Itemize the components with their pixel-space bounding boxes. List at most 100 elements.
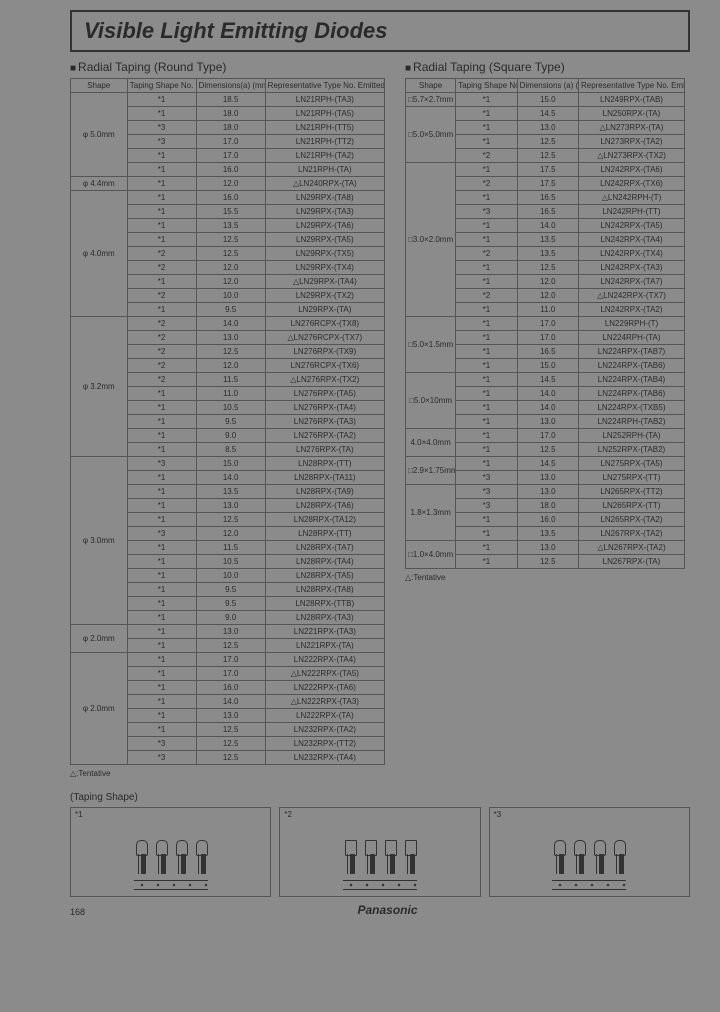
ts-cell: *2 bbox=[127, 261, 196, 275]
rep-cell: LN273RPX-(TA2) bbox=[578, 135, 684, 149]
rep-cell: LN224RPX-(TAB7) bbox=[578, 345, 684, 359]
dim-cell: 12.5 bbox=[196, 233, 265, 247]
ts-cell: *1 bbox=[127, 191, 196, 205]
rep-cell: LN28RPX-(TA5) bbox=[265, 569, 384, 583]
rep-cell: LN224RPH-(TA) bbox=[578, 331, 684, 345]
dim-cell: 13.0 bbox=[517, 415, 578, 429]
ts-cell: *2 bbox=[456, 247, 517, 261]
rep-cell: LN21RPH-(TT5) bbox=[265, 121, 384, 135]
dim-cell: 17.0 bbox=[196, 135, 265, 149]
ts-cell: *1 bbox=[456, 373, 517, 387]
ts-cell: *1 bbox=[127, 723, 196, 737]
dim-cell: 12.0 bbox=[196, 275, 265, 289]
ts-cell: *1 bbox=[456, 163, 517, 177]
content-columns: Radial Taping (Round Type) Shape Taping … bbox=[70, 60, 690, 807]
ts-cell: *1 bbox=[456, 261, 517, 275]
rep-cell: LN242RPX-(TA7) bbox=[578, 275, 684, 289]
brand-logo: Panasonic bbox=[358, 903, 418, 917]
dim-cell: 17.0 bbox=[196, 667, 265, 681]
dim-cell: 10.5 bbox=[196, 555, 265, 569]
dim-cell: 16.5 bbox=[517, 205, 578, 219]
ts-cell: *1 bbox=[456, 541, 517, 555]
dim-cell: 17.5 bbox=[517, 177, 578, 191]
rep-cell: LN222RPX-(TA) bbox=[265, 709, 384, 723]
ts-cell: *3 bbox=[127, 751, 196, 765]
ts-cell: *2 bbox=[127, 345, 196, 359]
rep-cell: LN21RPH-(TA) bbox=[265, 163, 384, 177]
rep-cell: LN21RPH-(TA5) bbox=[265, 107, 384, 121]
dim-cell: 10.0 bbox=[196, 569, 265, 583]
shape-cell: □5.0×10mm bbox=[406, 373, 456, 429]
dim-cell: 14.0 bbox=[196, 695, 265, 709]
ts-cell: *1 bbox=[127, 611, 196, 625]
dim-cell: 16.0 bbox=[196, 163, 265, 177]
dim-cell: 17.0 bbox=[517, 331, 578, 345]
dim-cell: 11.5 bbox=[196, 373, 265, 387]
dim-cell: 13.0 bbox=[196, 709, 265, 723]
dim-cell: 18.0 bbox=[517, 499, 578, 513]
dim-cell: 12.5 bbox=[196, 723, 265, 737]
th-taping: Taping Shape No. bbox=[127, 79, 196, 93]
dim-cell: 18.0 bbox=[196, 107, 265, 121]
dim-cell: 12.5 bbox=[517, 443, 578, 457]
dim-cell: 14.0 bbox=[196, 317, 265, 331]
ts-cell: *1 bbox=[127, 639, 196, 653]
table-row: □3.0×2.0mm*117.5LN242RPX-(TA6) bbox=[406, 163, 685, 177]
ts-cell: *1 bbox=[456, 275, 517, 289]
th-shape: Shape bbox=[71, 79, 128, 93]
ts-cell: *2 bbox=[127, 247, 196, 261]
dim-cell: 14.0 bbox=[517, 219, 578, 233]
ts-cell: *1 bbox=[127, 597, 196, 611]
diagram-1: *1 bbox=[70, 807, 271, 897]
dim-cell: 14.0 bbox=[517, 401, 578, 415]
rep-cell: △LN222RPX-(TA3) bbox=[265, 695, 384, 709]
square-heading: Radial Taping (Square Type) bbox=[405, 60, 685, 74]
dim-cell: 13.0 bbox=[517, 471, 578, 485]
ts-cell: *1 bbox=[456, 513, 517, 527]
shape-cell: □5.7×2.7mm bbox=[406, 93, 456, 107]
ts-cell: *1 bbox=[456, 219, 517, 233]
table-row: □1.0×4.0mm*113.0△LN267RPX-(TA2) bbox=[406, 541, 685, 555]
rep-cell: LN21RPH-(TT2) bbox=[265, 135, 384, 149]
ts-cell: *1 bbox=[127, 485, 196, 499]
rep-cell: LN267RPX-(TA) bbox=[578, 555, 684, 569]
ts-cell: *1 bbox=[456, 107, 517, 121]
ts-cell: *1 bbox=[127, 667, 196, 681]
dim-cell: 10.0 bbox=[196, 289, 265, 303]
dim-cell: 17.0 bbox=[517, 317, 578, 331]
ts-cell: *1 bbox=[456, 93, 517, 107]
ts-cell: *2 bbox=[127, 359, 196, 373]
th-shape: Shape bbox=[406, 79, 456, 93]
dim-cell: 13.5 bbox=[517, 247, 578, 261]
dim-cell: 14.5 bbox=[517, 373, 578, 387]
ts-cell: *1 bbox=[456, 555, 517, 569]
rep-cell: LN242RPX-(TA6) bbox=[578, 163, 684, 177]
ts-cell: *2 bbox=[127, 317, 196, 331]
rep-cell: LN28RPX-(TTB) bbox=[265, 597, 384, 611]
rep-cell: LN276RCPX-(TX8) bbox=[265, 317, 384, 331]
dim-cell: 12.5 bbox=[196, 751, 265, 765]
shape-cell: □3.0×2.0mm bbox=[406, 163, 456, 317]
ts-cell: *1 bbox=[127, 387, 196, 401]
table-row: □5.0×10mm*114.5LN224RPX-(TAB4) bbox=[406, 373, 685, 387]
shape-cell: φ 3.2mm bbox=[71, 317, 128, 457]
page-title: Visible Light Emitting Diodes bbox=[70, 10, 690, 52]
dim-cell: 15.0 bbox=[517, 359, 578, 373]
rep-cell: LN29RPX-(TA8) bbox=[265, 191, 384, 205]
rep-cell: LN222RPX-(TA4) bbox=[265, 653, 384, 667]
rep-cell: LN265RPX-(TT2) bbox=[578, 485, 684, 499]
ts-cell: *1 bbox=[456, 457, 517, 471]
rep-cell: △LN242RPX-(TX7) bbox=[578, 289, 684, 303]
ts-cell: *3 bbox=[127, 527, 196, 541]
shape-cell: φ 2.0mm bbox=[71, 625, 128, 653]
ts-cell: *1 bbox=[127, 513, 196, 527]
table-row: □5.0×5.0mm*114.5LN250RPX-(TA) bbox=[406, 107, 685, 121]
dim-cell: 12.5 bbox=[196, 639, 265, 653]
dim-cell: 16.0 bbox=[196, 191, 265, 205]
shape-cell: 1.8×1.3mm bbox=[406, 485, 456, 541]
shape-cell: □5.0×5.0mm bbox=[406, 107, 456, 163]
dim-cell: 16.0 bbox=[196, 681, 265, 695]
ts-cell: *3 bbox=[456, 499, 517, 513]
rep-cell: LN28RPX-(TA12) bbox=[265, 513, 384, 527]
ts-cell: *1 bbox=[127, 695, 196, 709]
